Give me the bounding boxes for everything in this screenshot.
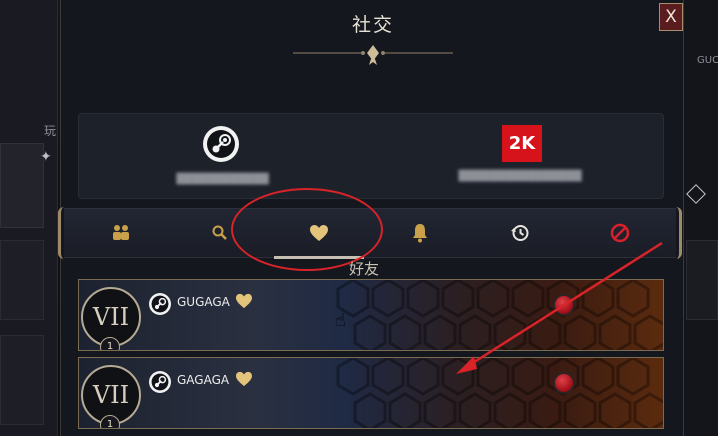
favorite-heart-icon	[236, 371, 252, 387]
background-card	[0, 335, 44, 425]
friend-row[interactable]: VII 1 GUGAGA	[78, 279, 664, 351]
tab-bar-ornament-left	[58, 207, 71, 259]
background-label: 玩	[44, 124, 57, 138]
social-tab-bar	[64, 208, 676, 258]
background-label: GUC	[697, 55, 718, 66]
tab-notifications[interactable]	[407, 220, 433, 246]
steam-icon	[203, 126, 239, 162]
sparkle-icon: ✦	[40, 149, 52, 165]
steam-icon	[149, 371, 171, 393]
level-badge: 1	[100, 415, 120, 428]
favorite-heart-icon	[236, 293, 252, 309]
bell-icon	[413, 224, 427, 243]
history-icon	[511, 225, 529, 241]
hand-cursor-icon: ☝	[335, 310, 346, 331]
screen: 玩 ✦ GUC 社交 X ████████████ 2K ███████████…	[0, 0, 718, 436]
status-indicator-button[interactable]	[553, 294, 575, 316]
level-badge: 1	[100, 337, 120, 350]
steam-account-name: ████████████	[176, 174, 269, 185]
steam-icon	[149, 293, 171, 315]
close-button[interactable]: X	[659, 3, 683, 31]
heart-icon	[310, 225, 328, 241]
2k-account-name: ████████████████	[458, 171, 582, 182]
block-icon	[610, 223, 630, 243]
tab-search[interactable]	[207, 220, 233, 246]
tab-party[interactable]	[108, 220, 134, 246]
hex-pattern-decoration	[336, 280, 663, 350]
tab-recent[interactable]	[507, 220, 533, 246]
party-icon	[113, 225, 129, 240]
friend-name: GAGAGA	[177, 373, 230, 387]
tab-blocked[interactable]	[607, 220, 633, 246]
2k-logo-icon: 2K	[502, 125, 542, 162]
background-card	[686, 240, 718, 320]
friend-name: GUGAGA	[177, 295, 230, 309]
status-indicator-button[interactable]	[553, 372, 575, 394]
tab-friends[interactable]	[306, 220, 332, 246]
hex-pattern-decoration	[336, 358, 663, 428]
search-icon	[212, 225, 227, 240]
background-card	[0, 240, 44, 320]
friends-section-title: 好友	[348, 260, 379, 278]
background-card	[0, 143, 44, 228]
ornament-divider	[293, 45, 453, 65]
tab-bar-ornament-right	[669, 207, 682, 259]
modal-title: 社交	[351, 14, 394, 36]
friend-row[interactable]: VII 1 GAGAGA	[78, 357, 664, 429]
